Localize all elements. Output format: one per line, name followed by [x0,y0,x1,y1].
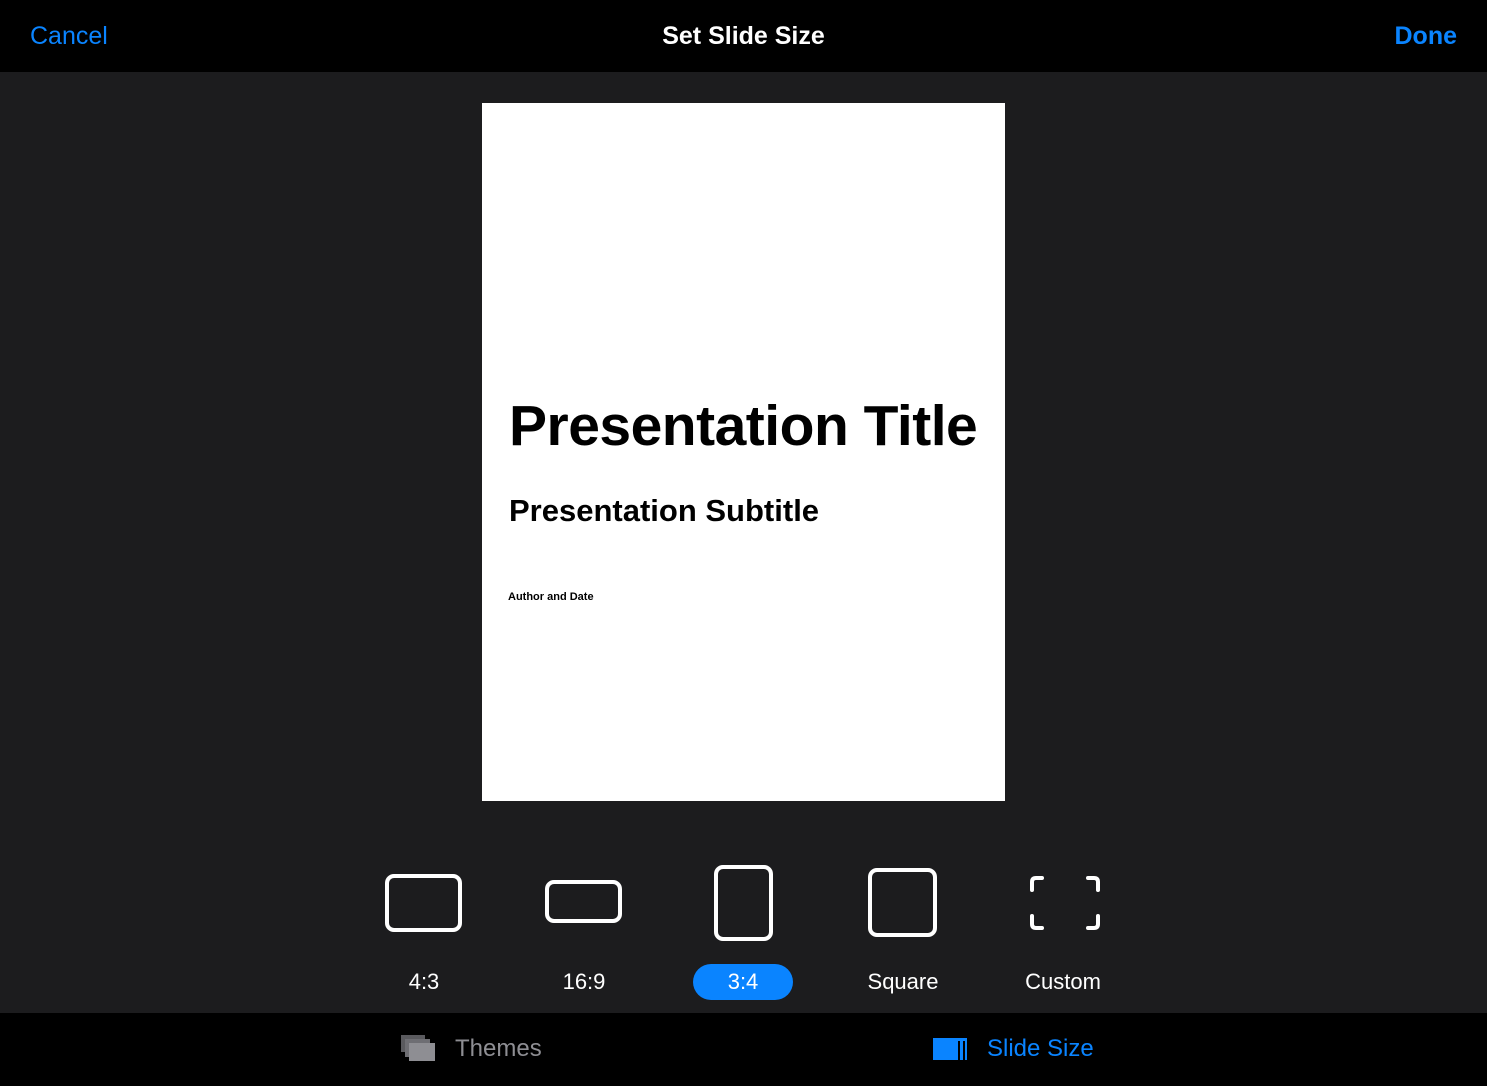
square-icon [868,868,937,937]
landscape-4-3-icon [385,874,462,932]
size-option-label: Square [867,969,939,994]
size-option-label: Custom [1025,969,1101,994]
done-button[interactable]: Done [1395,20,1458,52]
slide-title-text: Presentation Title [509,394,978,458]
tab-label: Slide Size [987,1035,1094,1062]
size-option-label: 4:3 [408,969,440,994]
widescreen-16-9-icon [545,880,622,923]
tab-slide-size[interactable]: Slide Size [932,1031,1112,1067]
size-option-4-3[interactable]: 4:3 [359,860,489,1010]
size-option-custom[interactable]: Custom [998,860,1128,1010]
slide-size-icon [933,1038,967,1060]
main-content: Presentation Title Presentation Subtitle… [0,72,1487,1013]
tab-label: Themes [455,1035,542,1062]
slide-subtitle-text: Presentation Subtitle [509,493,820,528]
size-option-square[interactable]: Square [838,860,968,1010]
portrait-3-4-icon [714,865,773,941]
size-option-3-4[interactable]: 3:4 [679,860,809,1010]
slide-preview: Presentation Title Presentation Subtitle… [482,103,1005,801]
page-title: Set Slide Size [662,22,825,50]
tab-bar: Themes Slide Size [0,1013,1487,1086]
slide-author-text: Author and Date [508,591,594,603]
custom-size-icon [1030,876,1100,930]
size-option-label: 16:9 [562,969,606,994]
navigation-bar: Cancel Set Slide Size Done [0,0,1487,72]
size-option-16-9[interactable]: 16:9 [519,860,649,1010]
themes-icon [401,1035,435,1061]
tab-themes[interactable]: Themes [400,1031,560,1067]
size-option-label: 3:4 [693,964,793,1000]
